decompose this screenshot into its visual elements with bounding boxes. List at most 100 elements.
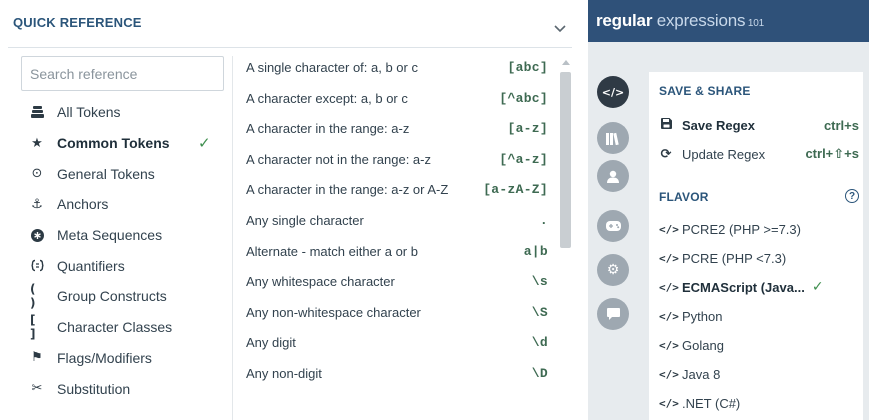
token-description: Alternate - match either a or b [246, 243, 418, 259]
category-label: Group Constructs [57, 288, 167, 305]
category-common-tokens[interactable]: ★ Common Tokens ✓ [30, 128, 220, 159]
code-icon: </> [659, 367, 679, 381]
category-general-tokens[interactable]: ⊙ General Tokens [30, 158, 220, 189]
token-code: [^abc] [499, 90, 548, 106]
token-description: A character except: a, b or c [246, 90, 408, 106]
token-description: Any non-digit [246, 365, 322, 381]
token-list-scrollbar[interactable] [558, 56, 574, 420]
token-row[interactable]: A character in the range: a-z or A-Z [a-z… [246, 178, 548, 209]
token-code: \D [531, 365, 548, 381]
code-icon: </> [601, 85, 625, 99]
rail-code-button[interactable]: </> [597, 76, 629, 108]
token-code: \S [531, 304, 548, 320]
category-label: Anchors [57, 196, 109, 213]
category-meta-sequences[interactable]: Meta Sequences [30, 220, 220, 251]
side-rail: </> ⚙ [588, 42, 640, 420]
category-group-constructs[interactable]: ( ) Group Constructs [30, 281, 220, 312]
category-label: Flags/Modifiers [57, 349, 152, 366]
token-row[interactable]: Any digit \d [246, 331, 548, 362]
category-label: All Tokens [57, 104, 121, 121]
code-icon: </> [659, 222, 679, 236]
flavor-pcre[interactable]: </> PCRE (PHP <7.3) [659, 244, 859, 272]
token-description: A single character of: a, b or c [246, 60, 418, 75]
flavor-title: FLAVOR [659, 190, 709, 204]
rail-settings-button[interactable]: ⚙ [597, 254, 629, 286]
gear-icon: ⚙ [606, 262, 620, 278]
flavor-java8[interactable]: </> Java 8 [659, 360, 859, 388]
category-label: General Tokens [57, 165, 155, 182]
token-row[interactable]: A character except: a, b or c [^abc] [246, 87, 548, 118]
scissors-icon: ✂ [31, 381, 43, 397]
update-regex-shortcut: ctrl+⇧+s [805, 146, 859, 161]
category-quantifiers[interactable]: Quantifiers [30, 250, 220, 281]
layers-icon [30, 105, 44, 119]
asterisk-circle-icon [30, 228, 44, 242]
rail-chat-button[interactable] [597, 298, 629, 330]
rail-library-button[interactable] [597, 122, 629, 154]
floppy-disk-icon [659, 118, 673, 132]
category-substitution[interactable]: ✂ Substitution [30, 373, 220, 404]
token-row[interactable]: A character not in the range: a-z [^a-z] [246, 148, 548, 179]
token-row[interactable]: Any single character. [246, 209, 548, 240]
token-row[interactable]: Any non-digit \D [246, 362, 548, 393]
flavor-dotnet[interactable]: </> .NET (C#) [659, 389, 859, 417]
token-description: Any digit [246, 335, 296, 351]
scroll-up-arrow-icon[interactable] [562, 60, 570, 65]
flavor-label: Python [682, 308, 723, 324]
chevron-down-icon[interactable] [552, 20, 568, 36]
category-label: Meta Sequences [57, 227, 163, 244]
gamepad-icon [605, 221, 621, 231]
search-reference-input[interactable] [21, 56, 224, 91]
token-list[interactable]: A single character of: a, b or c [abc] A … [246, 56, 548, 420]
code-icon: </> [659, 396, 679, 410]
category-all-tokens[interactable]: All Tokens [30, 97, 220, 128]
flavor-pcre2[interactable]: </> PCRE2 (PHP >=7.3) [659, 215, 859, 243]
flavor-golang[interactable]: </> Golang [659, 331, 859, 359]
update-regex-label: Update Regex [682, 146, 766, 162]
save-regex-button[interactable]: Save Regex ctrl+s [659, 111, 859, 139]
quick-reference-title: QUICK REFERENCE [13, 15, 142, 30]
token-description: Any single character [246, 212, 364, 228]
flavor-label: Java 8 [682, 366, 721, 382]
brackets-icon: [ ] [30, 313, 36, 342]
code-icon: </> [659, 338, 679, 352]
rail-quiz-button[interactable] [597, 210, 629, 242]
column-divider [232, 56, 233, 420]
token-description: A character not in the range: a-z [246, 151, 431, 167]
flavor-label: Golang [682, 337, 724, 353]
brand-bar: regular expressions 101 [588, 0, 869, 42]
scrollbar-thumb[interactable] [560, 72, 571, 248]
flavor-label: PCRE (PHP <7.3) [682, 250, 787, 266]
token-code: [a-zA-Z] [483, 182, 548, 198]
flavor-ecmascript[interactable]: </> ECMAScript (Java... ✓ [659, 273, 859, 301]
category-label: Common Tokens [57, 135, 170, 152]
token-code: [a-z] [507, 121, 548, 137]
token-row[interactable]: Alternate - match either a or b a|b [246, 240, 548, 271]
code-icon: </> [659, 280, 679, 294]
token-row[interactable]: Any whitespace character \s [246, 270, 548, 301]
category-anchors[interactable]: ⚓ Anchors [30, 189, 220, 220]
brand-logo[interactable]: regular expressions 101 [596, 11, 764, 31]
star-icon: ★ [31, 135, 43, 151]
category-label: Character Classes [57, 319, 173, 336]
save-regex-shortcut: ctrl+s [823, 117, 859, 133]
flavor-label: .NET (C#) [682, 395, 741, 411]
checkmark-icon: ✓ [811, 279, 824, 295]
category-character-classes[interactable]: [ ] Character Classes [30, 312, 220, 343]
token-description: A character in the range: a-z or A-Z [246, 182, 449, 198]
flavor-python[interactable]: </> Python [659, 302, 859, 330]
flavor-help-icon[interactable]: ? [845, 189, 859, 203]
token-description: A character in the range: a-z [246, 121, 410, 137]
save-share-title: SAVE & SHARE [659, 84, 751, 98]
token-row[interactable]: A single character of: a, b or c [abc] [246, 56, 548, 87]
rail-account-button[interactable] [597, 160, 629, 192]
category-flags-modifiers[interactable]: ⚑ Flags/Modifiers [30, 343, 220, 374]
token-row[interactable]: A character in the range: a-z [a-z] [246, 117, 548, 148]
update-regex-button[interactable]: ⟳ Update Regex ctrl+⇧+s [659, 140, 859, 168]
quick-reference-panel: QUICK REFERENCE All Tokens ★ Common Toke… [0, 0, 580, 420]
token-row[interactable]: Any non-whitespace character \S [246, 301, 548, 332]
user-icon [607, 170, 619, 183]
code-icon: </> [659, 309, 679, 323]
token-code: \d [531, 335, 548, 351]
token-code: [^a-z] [499, 151, 548, 167]
